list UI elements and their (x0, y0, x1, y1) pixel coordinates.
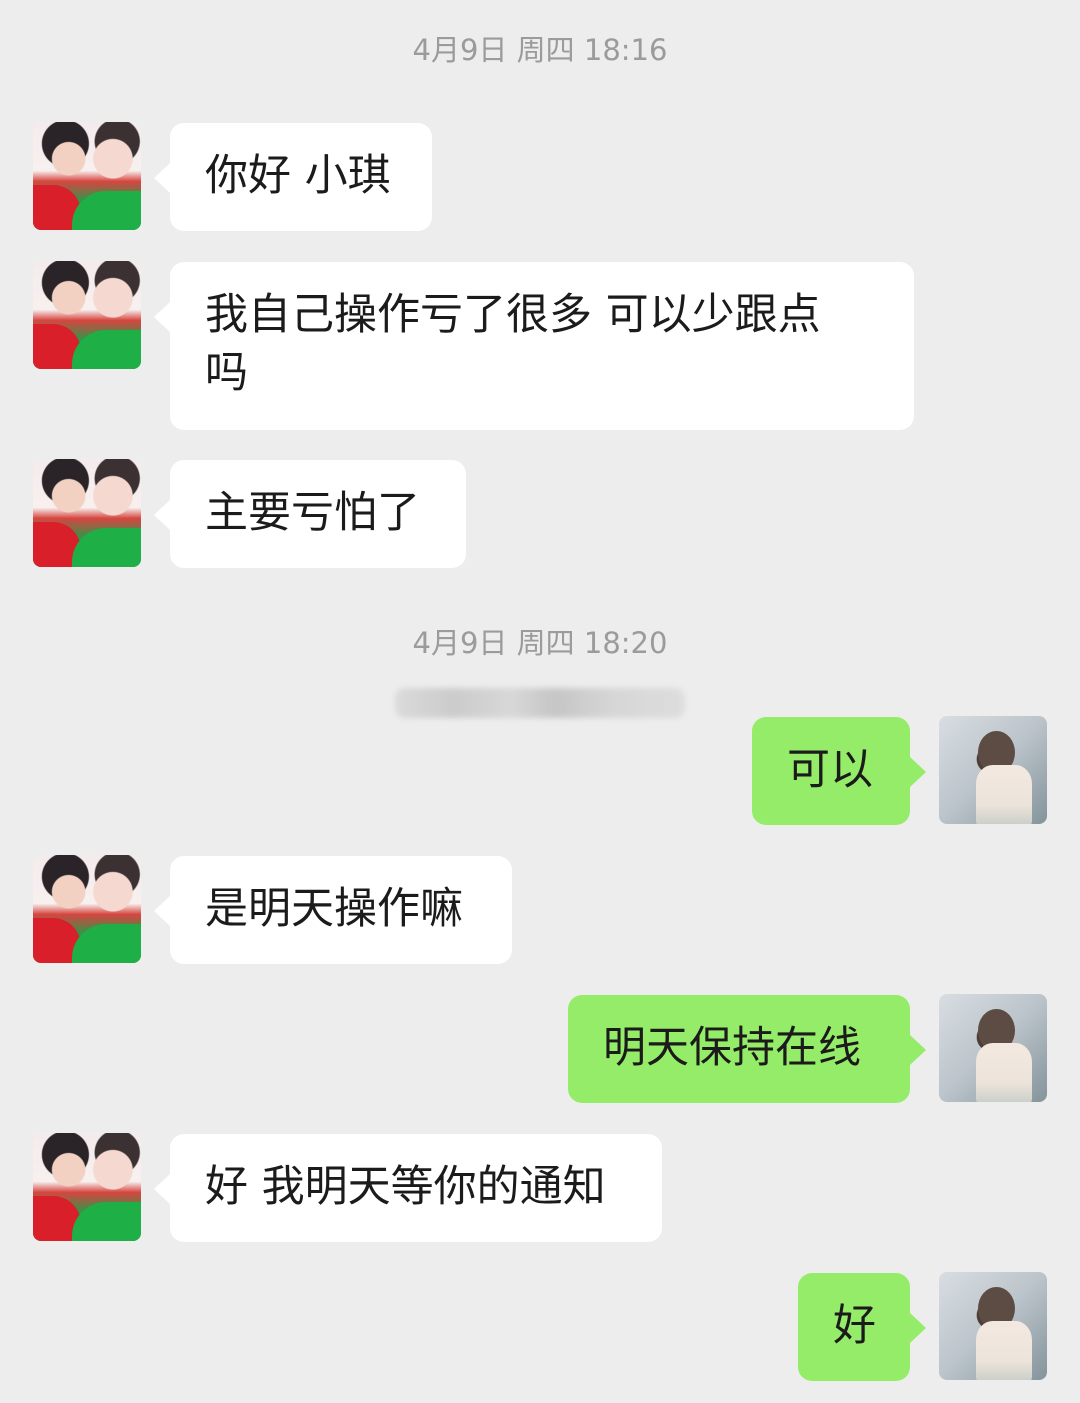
contact-avatar-5[interactable] (33, 1133, 141, 1241)
self-avatar-1[interactable] (939, 716, 1047, 824)
incoming-message-3[interactable]: 主要亏怕了 (154, 460, 466, 568)
contact-avatar-2[interactable] (33, 261, 141, 369)
self-avatar-3[interactable] (939, 1272, 1047, 1380)
chat-thread: 4月9日 周四 18:16 你好 小琪 我自己操作亏了很多 可以少跟点 吗 主要… (0, 0, 1080, 1403)
blurred-system-note (395, 688, 685, 718)
outgoing-message-1[interactable]: 可以 (752, 717, 926, 825)
timestamp-1: 4月9日 周四 18:16 (412, 33, 668, 67)
incoming-message-4[interactable]: 是明天操作嘛 (154, 856, 512, 964)
contact-avatar-1[interactable] (33, 122, 141, 230)
outgoing-message-3[interactable]: 好 (798, 1273, 926, 1381)
self-avatar-2[interactable] (939, 994, 1047, 1102)
contact-avatar-4[interactable] (33, 855, 141, 963)
outgoing-message-2[interactable]: 明天保持在线 (568, 995, 926, 1103)
timestamp-2: 4月9日 周四 18:20 (412, 626, 668, 660)
incoming-message-1[interactable]: 你好 小琪 (154, 123, 432, 231)
incoming-message-5[interactable]: 好 我明天等你的通知 (154, 1134, 662, 1242)
contact-avatar-3[interactable] (33, 459, 141, 567)
incoming-message-2[interactable]: 我自己操作亏了很多 可以少跟点 吗 (154, 262, 914, 430)
